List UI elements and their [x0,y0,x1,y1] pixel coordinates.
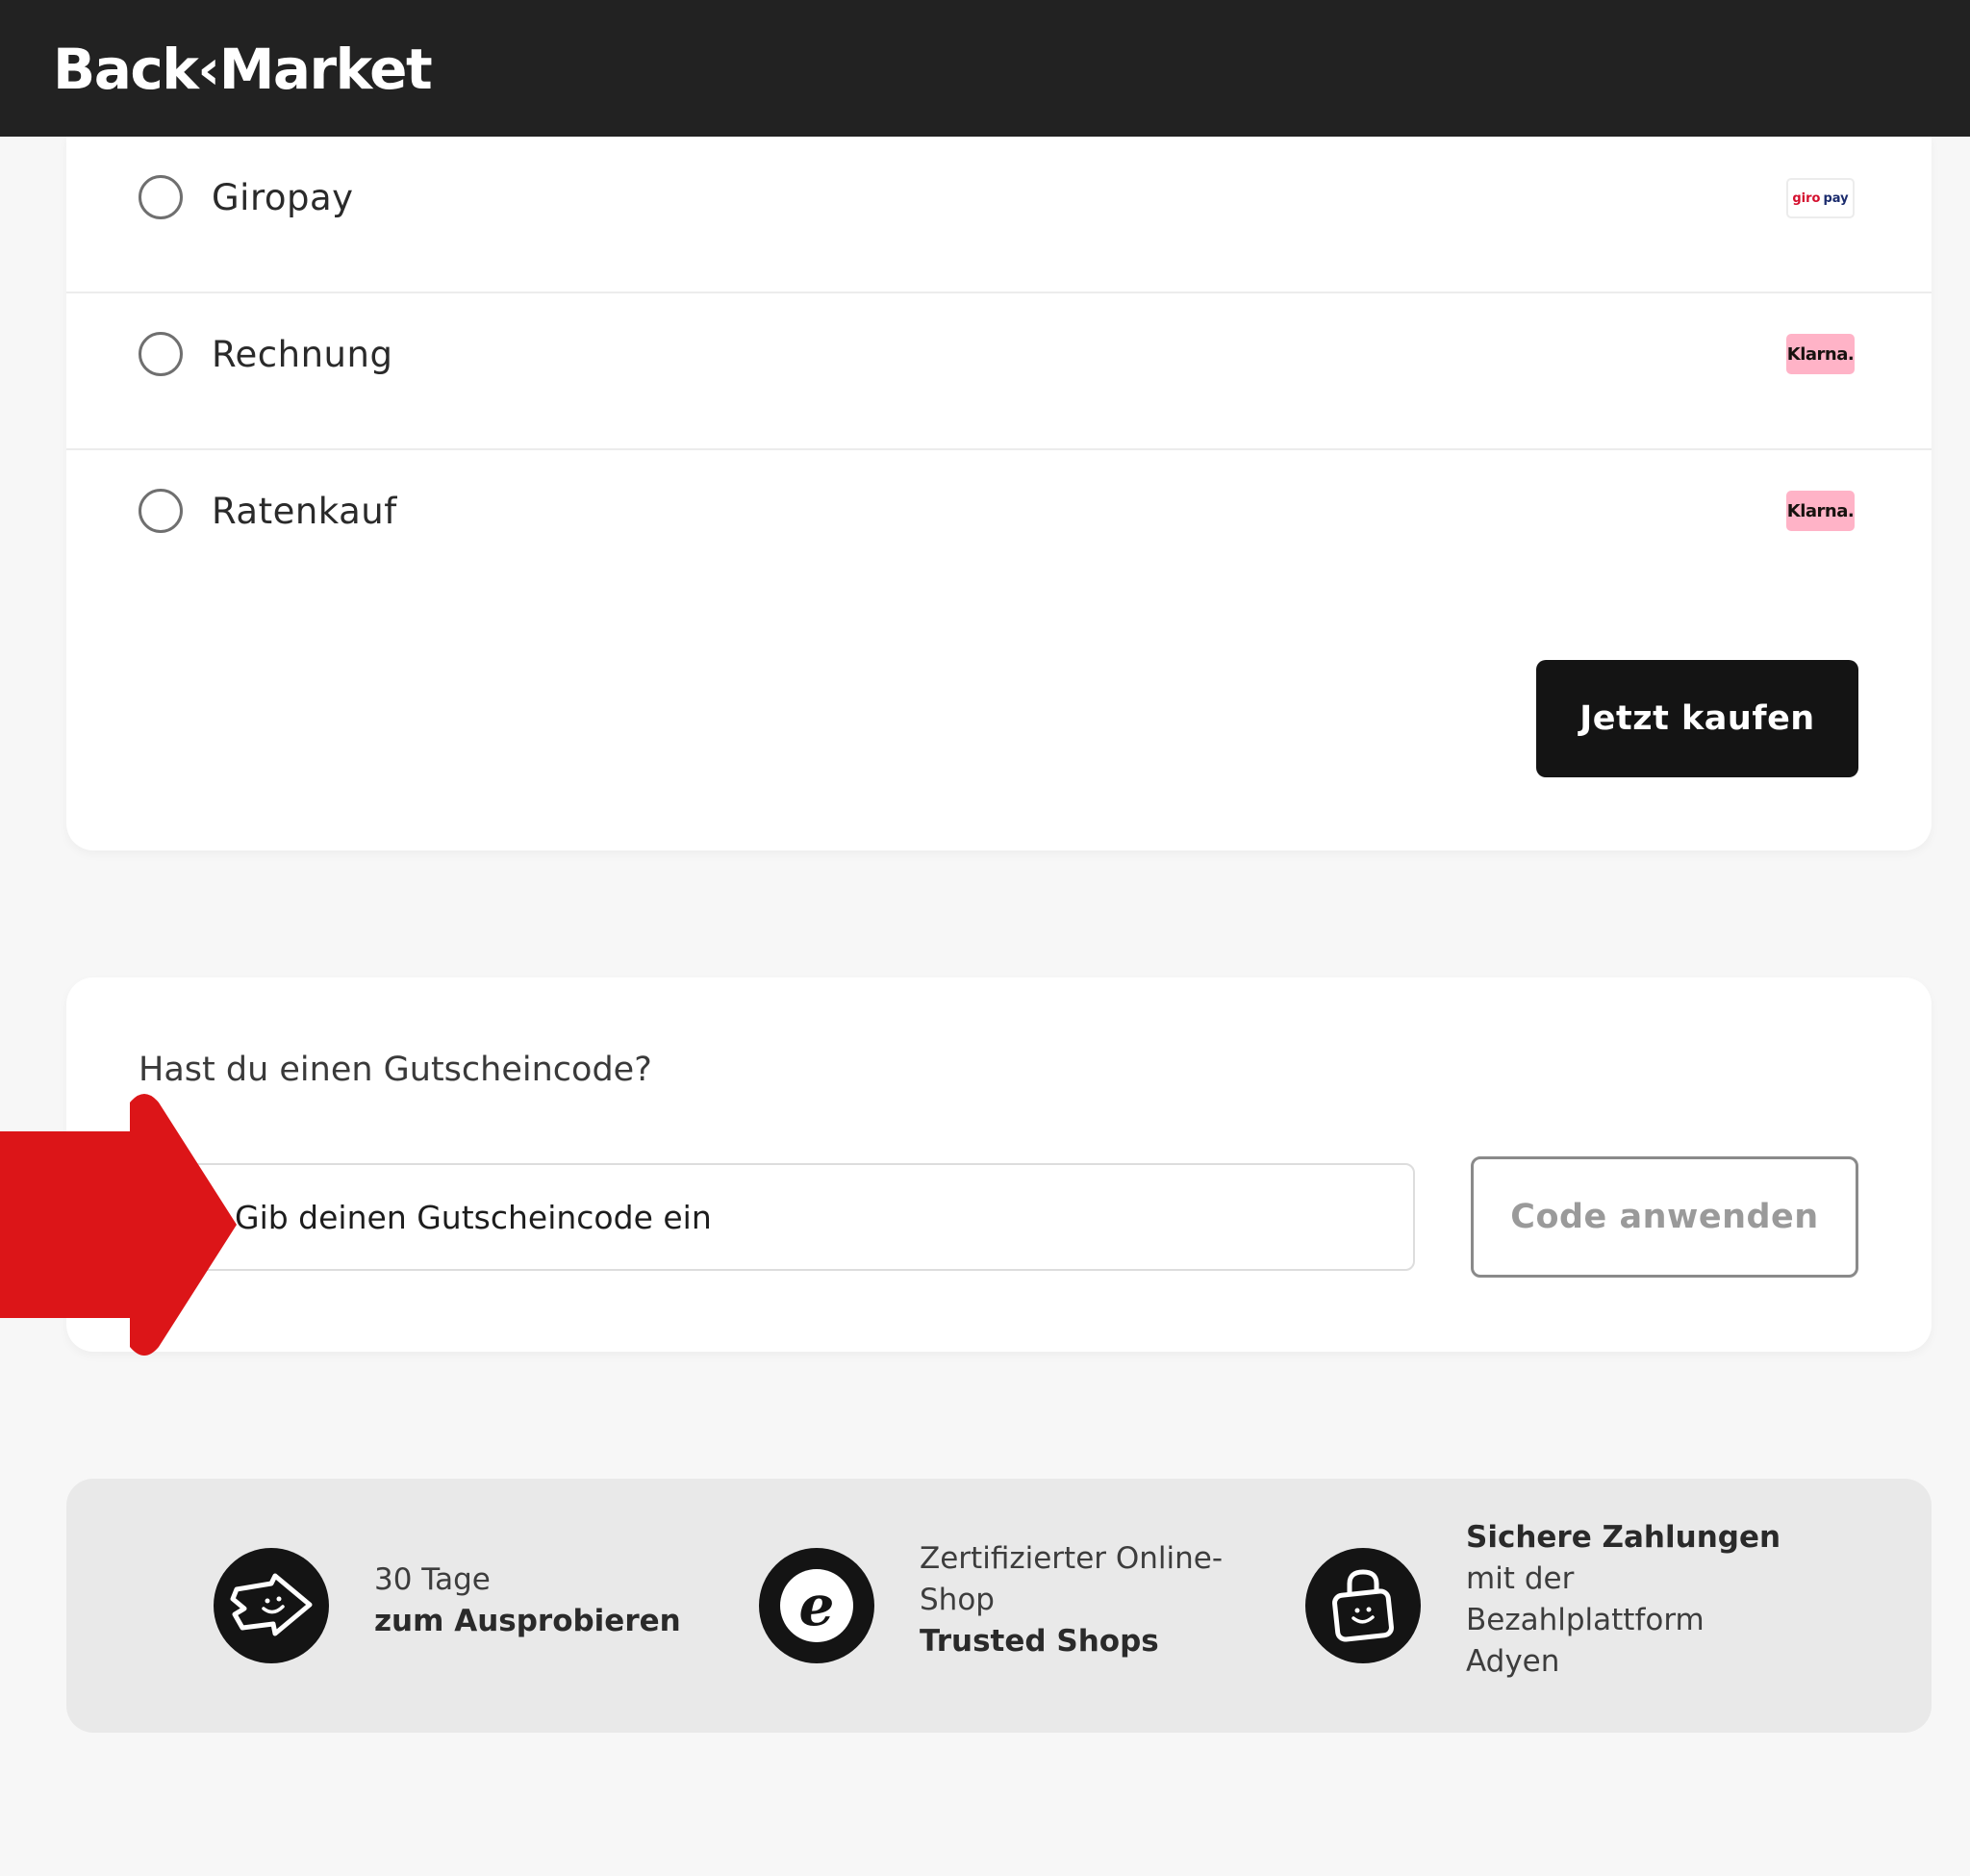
radio-rechnung[interactable] [139,332,183,376]
return-package-icon [214,1548,329,1663]
apply-code-button[interactable]: Code anwenden [1471,1156,1858,1278]
trust-shop-line2: Shop [920,1583,995,1617]
payment-methods-card: Giropay giro pay Rechnung Klarna. Ratenka… [66,137,1932,850]
klarna-logo: Klarna. [1786,491,1855,531]
trust-secure-line2: Bezahlplattform [1466,1603,1705,1637]
trust-secure-line1: mit der [1466,1561,1575,1596]
payment-option-giropay[interactable]: Giropay giro pay [66,137,1932,293]
trust-shop-bold: Trusted Shops [920,1624,1159,1659]
trust-secure-bold: Sichere Zahlungen [1466,1520,1781,1555]
payment-option-label: Rechnung [212,334,393,375]
trust-item-secure-payments: Sichere Zahlungen mit der Bezahlplattfor… [1466,1517,1781,1683]
svg-text:e: e [799,1573,835,1638]
trust-returns-bold: zum Ausprobieren [374,1604,681,1638]
trust-returns-line: 30 Tage [374,1562,491,1597]
trusted-shops-e-icon: e [759,1548,874,1663]
payment-option-label: Giropay [212,177,354,218]
trust-item-returns: 30 Tage zum Ausprobieren [374,1559,681,1642]
radio-giropay[interactable] [139,175,183,219]
voucher-question: Hast du einen Gutscheincode? [139,1051,652,1089]
annotation-arrow-icon [0,1094,237,1356]
voucher-card: Hast du einen Gutscheincode? Code anwend… [66,977,1932,1352]
payment-option-label: Ratenkauf [212,491,397,532]
radio-ratenkauf[interactable] [139,489,183,533]
trust-secure-line3: Adyen [1466,1644,1560,1679]
trust-shop-line1: Zertifizierter Online- [920,1541,1224,1576]
buy-now-button[interactable]: Jetzt kaufen [1536,660,1858,777]
voucher-code-input[interactable] [139,1163,1415,1271]
top-header: Back‹Market [0,0,1970,137]
klarna-logo: Klarna. [1786,334,1855,374]
trust-item-trusted-shops: Zertifizierter Online- Shop Trusted Shop… [920,1538,1223,1662]
backmarket-logo[interactable]: Back‹Market [53,37,433,102]
payment-option-rechnung[interactable]: Rechnung Klarna. [66,293,1932,450]
giropay-logo: giro pay [1786,178,1855,218]
payment-option-ratenkauf[interactable]: Ratenkauf Klarna. [66,450,1932,607]
secure-lock-icon [1305,1548,1421,1663]
trust-badges-bar: 30 Tage zum Ausprobieren e Zertifizierte… [66,1479,1932,1733]
